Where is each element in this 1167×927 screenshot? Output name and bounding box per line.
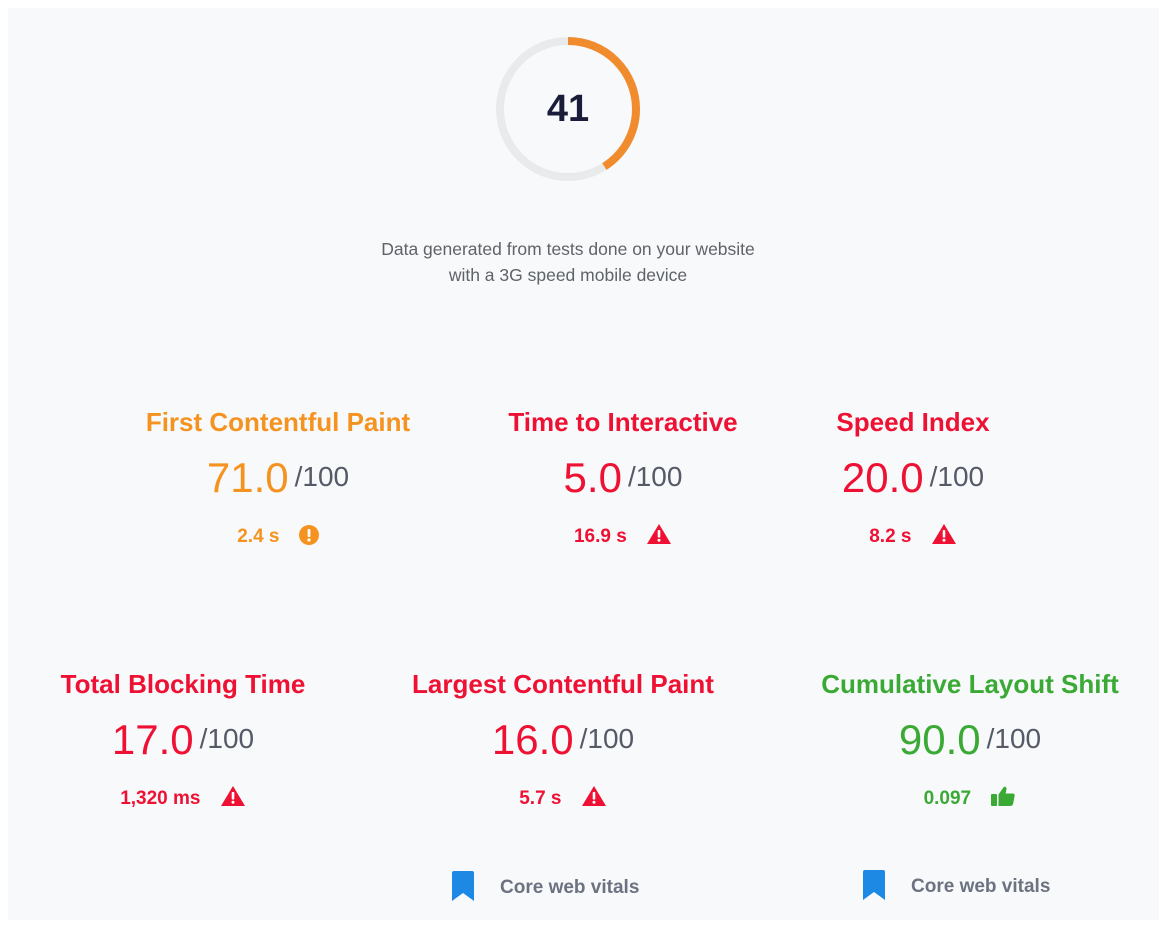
core-web-vitals-link[interactable]: Core web vitals — [452, 871, 639, 911]
performance-score-value: 41 — [546, 88, 590, 130]
metric-detail: 0.097 — [790, 785, 1150, 816]
metric-score-value: 5.0 — [563, 454, 622, 501]
metric-first-contentful-paint: First Contentful Paint 71.0/100 2.4 s — [108, 406, 448, 554]
core-web-vitals-label: Core web vitals — [911, 876, 1051, 897]
core-web-vitals-link[interactable]: Core web vitals — [863, 870, 1050, 910]
test-description: Data generated from tests done on your w… — [381, 239, 755, 285]
metric-score: 20.0/100 — [743, 452, 1083, 513]
metric-score: 71.0/100 — [108, 452, 448, 513]
core-web-vitals-label: Core web vitals — [500, 877, 640, 898]
metric-score: 17.0/100 — [8, 714, 358, 775]
metric-detail: 2.4 s — [108, 523, 448, 554]
metric-time-to-interactive: Time to Interactive 5.0/100 16.9 s — [453, 406, 793, 554]
metric-score-max: /100 — [986, 723, 1042, 754]
metric-title: Time to Interactive — [508, 407, 738, 437]
metric-score: 5.0/100 — [453, 452, 793, 513]
metric-largest-contentful-paint: Largest Contentful Paint 16.0/100 5.7 s — [378, 668, 748, 816]
metric-score-max: /100 — [929, 461, 985, 492]
warning-triangle-icon — [931, 523, 957, 554]
metric-cumulative-layout-shift: Cumulative Layout Shift 90.0/100 0.097 — [790, 668, 1150, 816]
metric-score-max: /100 — [627, 461, 683, 492]
metric-score-max: /100 — [199, 723, 255, 754]
metric-total-blocking-time: Total Blocking Time 17.0/100 1,320 ms — [8, 668, 358, 816]
metric-title: Largest Contentful Paint — [412, 669, 714, 699]
metric-detail-value: 0.097 — [923, 788, 972, 809]
metric-detail: 5.7 s — [378, 785, 748, 816]
performance-score-gauge: 41 — [492, 33, 644, 185]
metric-score-max: /100 — [294, 461, 350, 492]
metric-title: First Contentful Paint — [145, 407, 411, 437]
warning-triangle-icon — [581, 785, 607, 816]
metric-score: 16.0/100 — [378, 714, 748, 775]
metric-title: Total Blocking Time — [60, 669, 306, 699]
info-circle-icon — [298, 525, 319, 554]
thumbs-up-icon — [990, 785, 1016, 816]
metric-score-max: /100 — [579, 723, 635, 754]
metric-detail-value: 16.9 s — [573, 526, 627, 547]
metric-detail-value: 2.4 s — [237, 526, 280, 547]
metric-detail-value: 5.7 s — [519, 788, 562, 809]
metric-score-value: 16.0 — [491, 716, 574, 763]
metric-detail: 8.2 s — [743, 523, 1083, 554]
metric-detail: 1,320 ms — [8, 785, 358, 816]
metric-detail-value: 8.2 s — [869, 526, 912, 547]
bookmark-icon — [863, 870, 885, 910]
warning-triangle-icon — [646, 523, 672, 554]
metric-title: Cumulative Layout Shift — [821, 669, 1119, 699]
metric-score-value: 20.0 — [841, 454, 924, 501]
metric-title: Speed Index — [836, 407, 990, 437]
bookmark-icon — [452, 871, 474, 911]
metric-detail: 16.9 s — [453, 523, 793, 554]
warning-triangle-icon — [220, 785, 246, 816]
metric-detail-value: 1,320 ms — [120, 788, 201, 809]
metric-speed-index: Speed Index 20.0/100 8.2 s — [743, 406, 1083, 554]
metric-score-value: 17.0 — [111, 716, 194, 763]
metric-score: 90.0/100 — [790, 714, 1150, 775]
performance-report-panel: 41 Data generated from tests done on you… — [8, 8, 1159, 920]
metric-score-value: 90.0 — [898, 716, 981, 763]
metric-score-value: 71.0 — [206, 454, 289, 501]
